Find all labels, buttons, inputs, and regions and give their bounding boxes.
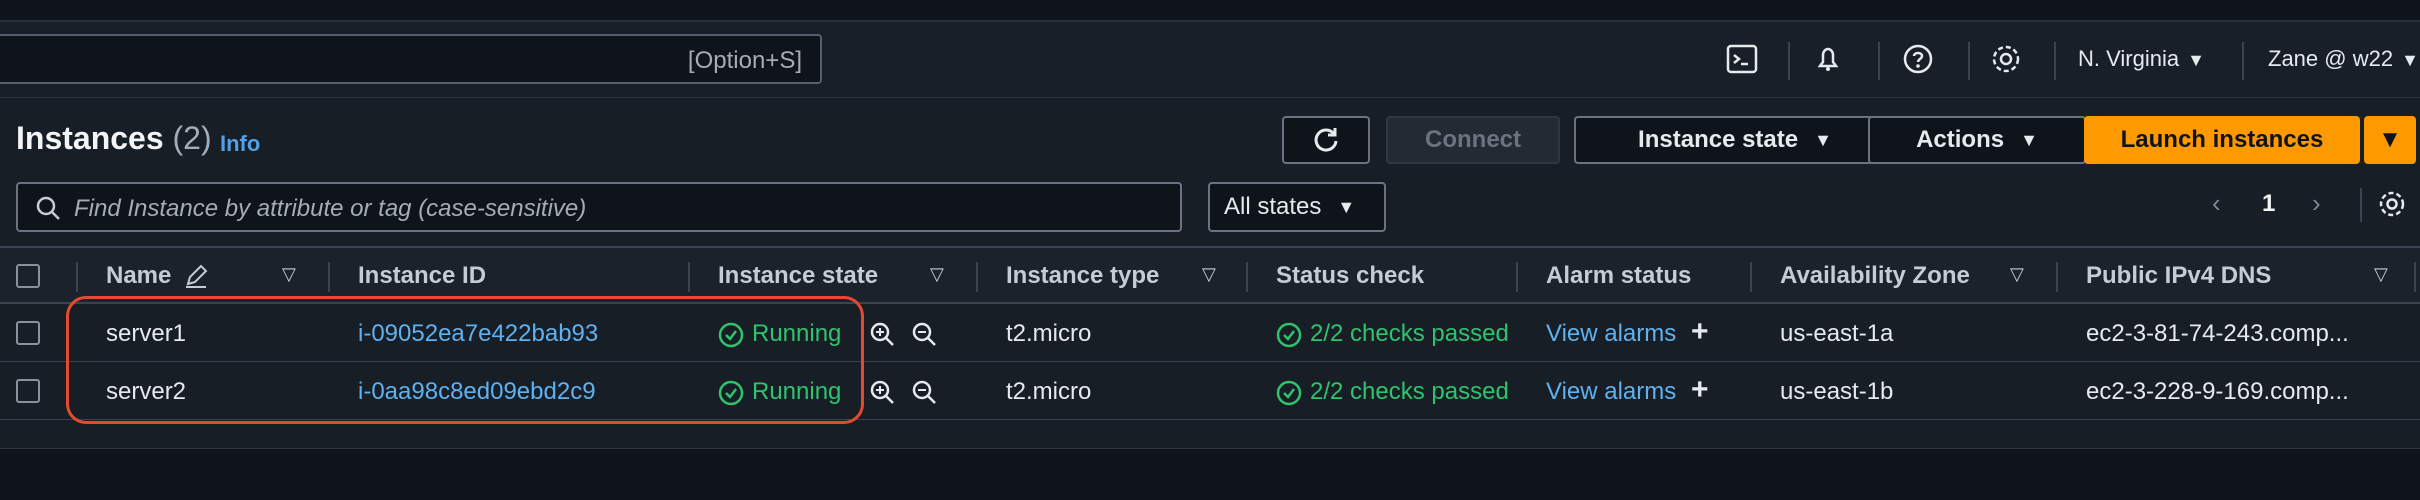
help-icon[interactable]	[1900, 41, 1936, 77]
search-shortcut-hint: [Option+S]	[687, 47, 802, 74]
filter-icon[interactable]: ▽	[2374, 264, 2388, 285]
column-divider	[976, 262, 978, 292]
status-check-label: 2/2 checks passed	[1310, 320, 1509, 347]
row-checkbox[interactable]	[16, 321, 40, 345]
highlight-annotation	[66, 296, 864, 424]
instance-state-label: Instance state	[1638, 126, 1799, 153]
view-alarms-label: View alarms	[1546, 320, 1677, 347]
connect-button[interactable]: Connect	[1386, 116, 1560, 164]
header-divider	[1788, 42, 1790, 80]
column-status-check[interactable]: Status check	[1276, 262, 1424, 290]
column-divider	[76, 262, 78, 292]
chevron-down-icon: ▼	[2378, 126, 2402, 153]
filter-icon[interactable]: ▽	[282, 264, 296, 285]
bell-icon[interactable]	[1810, 41, 1846, 77]
public-dns: ec2-3-81-74-243.comp...	[2086, 320, 2349, 347]
column-instance-id[interactable]: Instance ID	[358, 262, 486, 290]
plus-icon[interactable]: +	[1691, 373, 1709, 406]
view-alarms-label: View alarms	[1546, 378, 1677, 405]
public-dns: ec2-3-228-9-169.comp...	[2086, 378, 2349, 405]
table-settings-icon[interactable]	[2376, 188, 2408, 220]
instance-type: t2.micro	[1006, 320, 1092, 347]
filter-icon[interactable]: ▽	[1202, 264, 1216, 285]
next-page-icon[interactable]: ›	[2312, 188, 2321, 219]
cloudshell-icon[interactable]	[1724, 41, 1760, 77]
header-divider	[2054, 42, 2056, 80]
chevron-down-icon: ▼	[2187, 50, 2205, 70]
region-label: N. Virginia	[2078, 46, 2180, 71]
top-header: [Option+S] N. Virginia ▼ Zane @ w22 ▼	[0, 22, 2420, 98]
info-link[interactable]: Info	[220, 131, 260, 157]
refresh-button[interactable]	[1282, 116, 1370, 164]
column-divider	[688, 262, 690, 292]
chevron-down-icon: ▼	[1814, 129, 1832, 150]
page-title: Instances (2)	[16, 120, 212, 157]
column-public-ipv4-dns[interactable]: Public IPv4 DNS	[2086, 262, 2271, 290]
column-name[interactable]: Name	[106, 262, 171, 290]
refresh-icon	[1314, 128, 1338, 152]
prev-page-icon[interactable]: ‹	[2212, 188, 2221, 219]
zoom-out-icon[interactable]	[910, 378, 938, 406]
instance-type: t2.micro	[1006, 378, 1092, 405]
column-instance-type[interactable]: Instance type	[1006, 262, 1159, 290]
instance-search-input[interactable]: Find Instance by attribute or tag (case-…	[16, 182, 1182, 232]
instance-state-button[interactable]: Instance state ▼	[1574, 116, 1896, 164]
search-placeholder: Find Instance by attribute or tag (case-…	[74, 195, 587, 222]
pager-divider	[2360, 188, 2362, 222]
column-availability-zone[interactable]: Availability Zone	[1780, 262, 1970, 290]
search-icon	[36, 196, 60, 220]
filter-icon[interactable]: ▽	[2010, 264, 2024, 285]
status-check: 2/2 checks passed	[1276, 320, 1509, 348]
view-alarms-link[interactable]: View alarms +	[1546, 375, 1708, 406]
column-divider	[328, 262, 330, 292]
account-label: Zane @ w22	[2268, 46, 2394, 71]
select-all-checkbox[interactable]	[16, 264, 40, 288]
availability-zone: us-east-1b	[1780, 378, 1894, 405]
chevron-down-icon: ▼	[2401, 50, 2419, 70]
launch-instances-button[interactable]: Launch instances	[2084, 116, 2360, 164]
column-alarm-status[interactable]: Alarm status	[1546, 262, 1691, 290]
header-divider	[1878, 42, 1880, 80]
column-divider	[2056, 262, 2058, 292]
top-strip	[0, 0, 2420, 22]
header-divider	[2242, 42, 2244, 80]
filter-icon[interactable]: ▽	[930, 264, 944, 285]
global-search-input[interactable]: [Option+S]	[0, 34, 822, 84]
column-divider	[1516, 262, 1518, 292]
column-divider	[1246, 262, 1248, 292]
chevron-down-icon: ▼	[1337, 196, 1356, 217]
status-check-label: 2/2 checks passed	[1310, 378, 1509, 405]
status-check: 2/2 checks passed	[1276, 378, 1509, 406]
states-filter-label: All states	[1224, 193, 1322, 220]
column-divider	[1750, 262, 1752, 292]
column-divider	[2414, 262, 2416, 292]
column-instance-state[interactable]: Instance state	[718, 262, 878, 290]
instance-count: (2)	[172, 120, 212, 156]
page-number[interactable]: 1	[2262, 190, 2275, 218]
row-checkbox[interactable]	[16, 379, 40, 403]
check-circle-icon	[1276, 380, 1302, 406]
region-selector[interactable]: N. Virginia ▼	[2078, 46, 2205, 72]
edit-icon	[186, 264, 208, 288]
zoom-in-icon[interactable]	[868, 378, 896, 406]
zoom-out-icon[interactable]	[910, 320, 938, 348]
connect-label: Connect	[1425, 126, 1521, 153]
settings-icon[interactable]	[1988, 41, 2024, 77]
plus-icon[interactable]: +	[1691, 315, 1709, 348]
launch-options-button[interactable]: ▼	[2364, 116, 2416, 164]
title-text: Instances	[16, 120, 164, 156]
header-divider	[1968, 42, 1970, 80]
states-filter[interactable]: All states ▼	[1208, 182, 1386, 232]
footer-area	[0, 448, 2420, 500]
actions-label: Actions	[1916, 126, 2005, 153]
check-circle-icon	[1276, 322, 1302, 348]
launch-label: Launch instances	[2120, 126, 2324, 153]
chevron-down-icon: ▼	[2020, 129, 2038, 150]
availability-zone: us-east-1a	[1780, 320, 1894, 347]
account-menu[interactable]: Zane @ w22 ▼	[2268, 46, 2419, 72]
view-alarms-link[interactable]: View alarms +	[1546, 317, 1708, 348]
zoom-in-icon[interactable]	[868, 320, 896, 348]
actions-button[interactable]: Actions ▼	[1868, 116, 2086, 164]
